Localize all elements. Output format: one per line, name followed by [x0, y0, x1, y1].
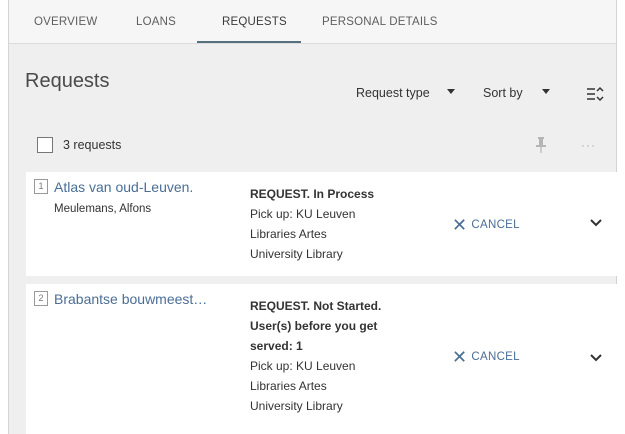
cancel-request-button[interactable]: ✕ CANCEL: [452, 215, 520, 236]
status-line: served: 1: [250, 339, 303, 353]
request-card: 2 Brabantse bouwmeest… REQUEST. Not Star…: [26, 284, 618, 434]
item-title-link[interactable]: Atlas van oud-Leuven.: [54, 179, 193, 195]
status-line: University Library: [250, 247, 343, 261]
active-tab-indicator: [197, 41, 301, 43]
request-status: REQUEST. Not Started. User(s) before you…: [250, 296, 420, 416]
caret-down-icon[interactable]: [447, 89, 455, 94]
item-number: 2: [34, 291, 48, 306]
status-line: REQUEST. In Process: [250, 187, 375, 201]
item-author: Meulemans, Alfons: [54, 203, 152, 215]
chevron-down-icon[interactable]: [589, 353, 603, 363]
tab-bar: OVERVIEW LOANS REQUESTS PERSONAL DETAILS: [9, 0, 616, 44]
close-icon: ✕: [452, 215, 468, 235]
pin-icon[interactable]: [535, 136, 547, 154]
status-line: University Library: [250, 399, 343, 413]
item-number: 1: [34, 179, 48, 194]
tab-loans[interactable]: LOANS: [136, 0, 176, 44]
request-status: REQUEST. In Process Pick up: KU Leuven L…: [250, 184, 420, 264]
status-line: User(s) before you get: [250, 319, 378, 333]
account-panel: OVERVIEW LOANS REQUESTS PERSONAL DETAILS…: [8, 0, 618, 434]
item-title-link[interactable]: Brabantse bouwmeest…: [54, 291, 207, 307]
status-line: Libraries Artes: [250, 227, 327, 241]
status-line: REQUEST. Not Started.: [250, 299, 382, 313]
ellipsis-icon[interactable]: ···: [581, 138, 596, 152]
tab-requests[interactable]: REQUESTS: [222, 0, 287, 44]
tab-personal-details[interactable]: PERSONAL DETAILS: [322, 0, 438, 44]
sort-by-dropdown[interactable]: Sort by: [483, 86, 523, 100]
status-line: Libraries Artes: [250, 379, 327, 393]
request-type-filter[interactable]: Request type: [356, 86, 430, 100]
tab-overview[interactable]: OVERVIEW: [34, 0, 97, 44]
status-line: Pick up: KU Leuven: [250, 207, 356, 221]
chevron-down-icon[interactable]: [589, 218, 603, 228]
cancel-request-button[interactable]: ✕ CANCEL: [452, 347, 520, 368]
page-title: Requests: [25, 70, 110, 92]
caret-down-icon[interactable]: [542, 89, 550, 94]
close-icon: ✕: [452, 347, 468, 367]
list-sort-icon[interactable]: [586, 86, 604, 102]
status-line: Pick up: KU Leuven: [250, 359, 356, 373]
select-all-checkbox[interactable]: [37, 137, 53, 153]
request-count: 3 requests: [63, 138, 122, 152]
request-card: 1 Atlas van oud-Leuven. Meulemans, Alfon…: [26, 172, 618, 276]
